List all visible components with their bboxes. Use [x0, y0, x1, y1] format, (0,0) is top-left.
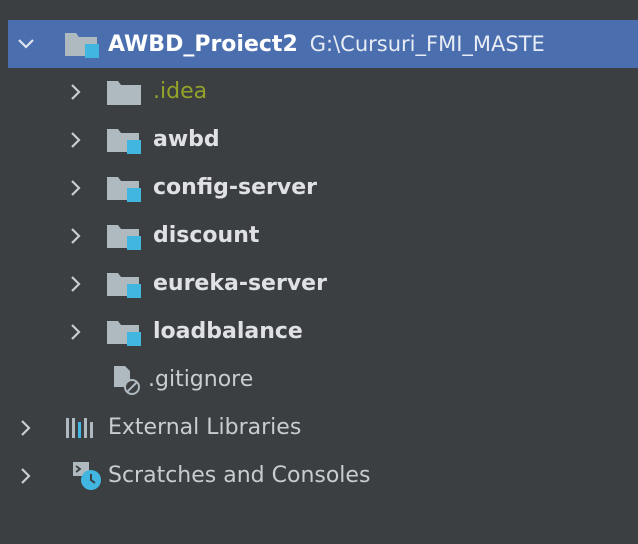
chevron-down-icon[interactable]	[14, 32, 38, 56]
tree-item-label: eureka-server	[153, 271, 327, 296]
chevron-right-icon[interactable]	[14, 416, 38, 440]
tree-item-label: .idea	[153, 79, 208, 104]
module-folder-icon	[106, 221, 142, 251]
tree-item-gitignore[interactable]: .gitignore	[8, 356, 638, 404]
tree-item-label: Scratches and Consoles	[108, 463, 371, 488]
module-folder-icon	[106, 173, 142, 203]
chevron-right-icon[interactable]	[64, 224, 88, 248]
tree-root-label: AWBD_Proiect2 G:\Cursuri_FMI_MASTE	[108, 20, 545, 68]
project-name: AWBD_Proiect2	[108, 32, 298, 57]
tree-item-scratches[interactable]: Scratches and Consoles	[8, 452, 638, 500]
chevron-right-icon[interactable]	[64, 80, 88, 104]
tree-item-config-server[interactable]: config-server	[8, 164, 638, 212]
chevron-right-icon[interactable]	[14, 464, 38, 488]
tree-item-label: .gitignore	[148, 367, 254, 392]
tree-item-label: loadbalance	[153, 319, 303, 344]
scratches-icon	[70, 461, 106, 491]
chevron-right-icon[interactable]	[64, 176, 88, 200]
ignored-file-icon	[110, 365, 146, 395]
project-tree: AWBD_Proiect2 G:\Cursuri_FMI_MASTE .idea …	[8, 4, 638, 536]
module-folder-icon	[106, 125, 142, 155]
libraries-icon	[64, 413, 100, 443]
module-folder-icon	[106, 269, 142, 299]
tree-item-label: awbd	[153, 127, 220, 152]
tree-item-label: config-server	[153, 175, 317, 200]
chevron-right-icon[interactable]	[64, 272, 88, 296]
chevron-right-icon[interactable]	[64, 128, 88, 152]
folder-icon	[106, 77, 142, 107]
module-folder-icon	[106, 317, 142, 347]
tree-item-loadbalance[interactable]: loadbalance	[8, 308, 638, 356]
tree-item-external-libraries[interactable]: External Libraries	[8, 404, 638, 452]
tree-item-awbd[interactable]: awbd	[8, 116, 638, 164]
project-path: G:\Cursuri_FMI_MASTE	[309, 32, 545, 56]
tree-item-label: External Libraries	[108, 415, 302, 440]
tree-item-eureka-server[interactable]: eureka-server	[8, 260, 638, 308]
chevron-right-icon[interactable]	[64, 320, 88, 344]
tree-root-item[interactable]: AWBD_Proiect2 G:\Cursuri_FMI_MASTE	[8, 20, 638, 68]
module-folder-icon	[64, 29, 100, 59]
tree-item-idea[interactable]: .idea	[8, 68, 638, 116]
tree-item-discount[interactable]: discount	[8, 212, 638, 260]
tree-item-label: discount	[153, 223, 260, 248]
